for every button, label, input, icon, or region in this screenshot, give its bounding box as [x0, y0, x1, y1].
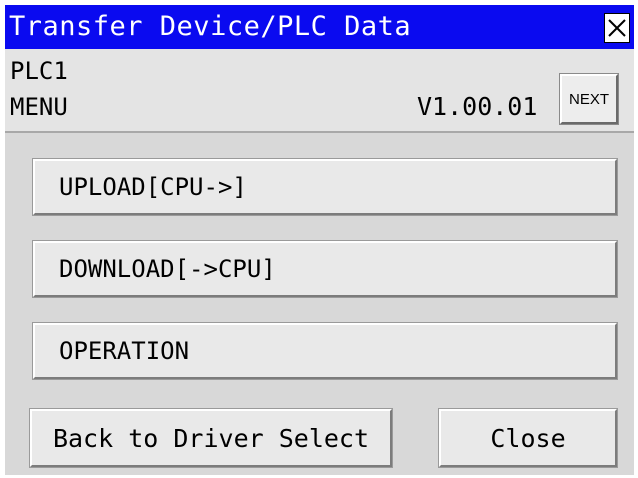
- menu-label: MENU: [10, 93, 68, 121]
- close-button[interactable]: Close: [438, 408, 618, 468]
- back-button-label: Back to Driver Select: [52, 423, 370, 453]
- operation-button-label: OPERATION: [59, 337, 190, 365]
- plc-label: PLC1: [10, 57, 68, 85]
- window-title: Transfer Device/PLC Data: [9, 11, 412, 42]
- transfer-window: Transfer Device/PLC Data PLC1 MENU V1.00…: [5, 5, 634, 475]
- download-button[interactable]: DOWNLOAD[->CPU]: [32, 240, 618, 298]
- upload-button-label: UPLOAD[CPU->]: [59, 173, 247, 201]
- title-bar: Transfer Device/PLC Data: [5, 5, 634, 49]
- close-button-label: Close: [490, 423, 566, 453]
- upload-button[interactable]: UPLOAD[CPU->]: [32, 158, 618, 216]
- info-panel: PLC1 MENU V1.00.01 NEXT: [5, 49, 634, 133]
- download-button-label: DOWNLOAD[->CPU]: [59, 255, 276, 283]
- operation-button[interactable]: OPERATION: [32, 322, 618, 380]
- next-button[interactable]: NEXT: [559, 73, 619, 125]
- version-label: V1.00.01: [417, 92, 538, 121]
- close-x-icon: [608, 19, 626, 37]
- window-close-button[interactable]: [604, 13, 630, 43]
- back-to-driver-select-button[interactable]: Back to Driver Select: [29, 408, 393, 468]
- next-button-label: NEXT: [568, 90, 609, 108]
